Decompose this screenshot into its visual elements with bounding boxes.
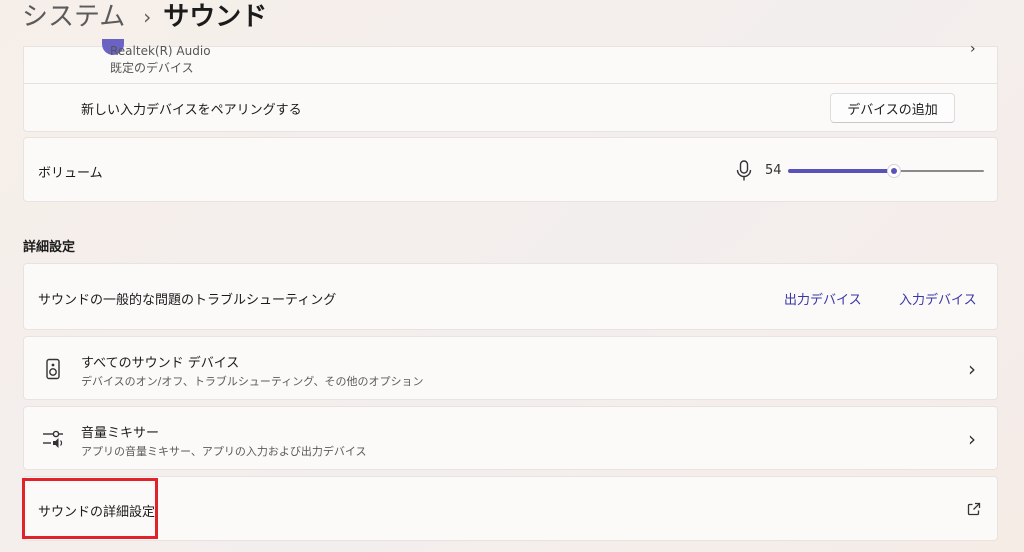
breadcrumb: システム › サウンド	[22, 0, 267, 34]
volume-value: 54	[765, 163, 782, 178]
breadcrumb-parent[interactable]: システム	[22, 2, 125, 32]
all-sound-devices-row[interactable]: すべてのサウンド デバイス デバイスのオン/オフ、トラブルシューティング、その他…	[23, 336, 998, 400]
troubleshoot-output-link[interactable]: 出力デバイス	[784, 289, 862, 308]
troubleshoot-label: サウンドの一般的な問題のトラブルシューティング	[38, 293, 337, 308]
volume-slider-fill	[788, 169, 890, 173]
volume-mixer-subtitle: アプリの音量ミキサー、アプリの入力および出力デバイス	[81, 445, 367, 458]
device-subtitle: 既定のデバイス	[110, 61, 194, 75]
divider	[24, 83, 997, 84]
volume-card: ボリューム 54	[23, 137, 998, 202]
breadcrumb-separator-icon: ›	[143, 5, 152, 29]
device-name: Realtek(R) Audio	[110, 44, 211, 58]
page-title: サウンド	[163, 2, 268, 32]
input-device-card: Realtek(R) Audio 既定のデバイス › 新しい入力デバイスをペアリ…	[23, 39, 998, 132]
all-sound-devices-subtitle: デバイスのオン/オフ、トラブルシューティング、その他のオプション	[81, 375, 424, 388]
chevron-right-icon: ›	[968, 427, 976, 451]
troubleshoot-card: サウンドの一般的な問題のトラブルシューティング 出力デバイス 入力デバイス	[23, 263, 998, 330]
pair-device-label: 新しい入力デバイスをペアリングする	[81, 103, 302, 118]
volume-slider-thumb[interactable]	[887, 164, 901, 178]
all-sound-devices-title: すべてのサウンド デバイス	[81, 356, 240, 371]
speaker-icon	[46, 358, 60, 380]
volume-mixer-title: 音量ミキサー	[81, 426, 160, 441]
more-sound-settings-label: サウンドの詳細設定	[38, 505, 156, 520]
volume-slider[interactable]	[788, 164, 984, 178]
section-title-advanced: 詳細設定	[23, 240, 76, 255]
open-external-icon	[967, 502, 981, 516]
more-sound-settings-row[interactable]: サウンドの詳細設定	[23, 476, 998, 541]
microphone-icon[interactable]	[735, 160, 753, 182]
troubleshoot-input-link[interactable]: 入力デバイス	[899, 289, 977, 308]
input-device-row[interactable]: Realtek(R) Audio 既定のデバイス ›	[24, 39, 997, 83]
add-device-button[interactable]: デバイスの追加	[830, 93, 955, 123]
mixer-icon	[43, 430, 63, 448]
volume-slider-track	[900, 170, 984, 172]
chevron-right-icon: ›	[968, 357, 976, 381]
volume-label: ボリューム	[38, 166, 103, 181]
chevron-right-icon: ›	[970, 41, 976, 57]
volume-mixer-row[interactable]: 音量ミキサー アプリの音量ミキサー、アプリの入力および出力デバイス ›	[23, 406, 998, 470]
